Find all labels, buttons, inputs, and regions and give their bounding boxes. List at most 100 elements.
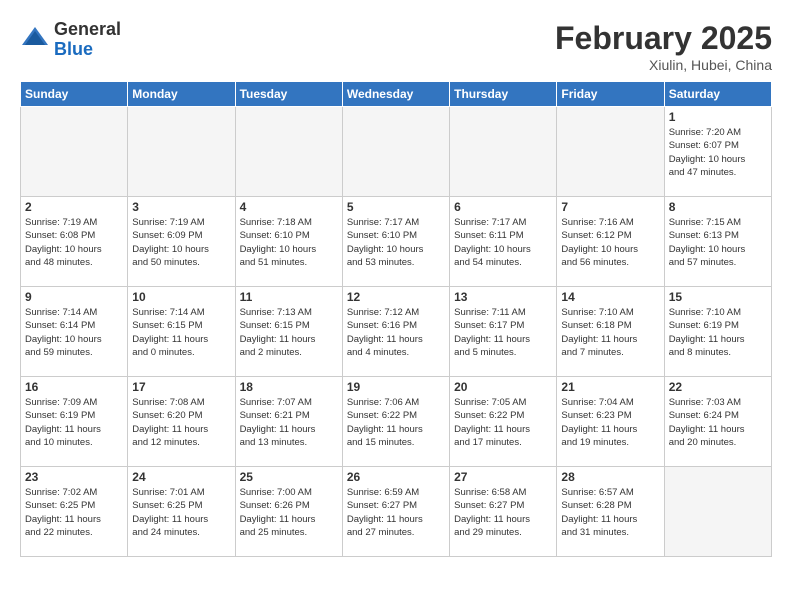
day-cell: 27 Sunrise: 6:58 AM Sunset: 6:27 PM Dayli… xyxy=(450,467,557,557)
week-row-4: 23 Sunrise: 7:02 AM Sunset: 6:25 PM Dayli… xyxy=(21,467,772,557)
day-cell xyxy=(128,107,235,197)
day-cell: 28 Sunrise: 6:57 AM Sunset: 6:28 PM Dayli… xyxy=(557,467,664,557)
day-info: Sunrise: 7:00 AM Sunset: 6:26 PM Dayligh… xyxy=(240,486,338,539)
day-info: Sunrise: 7:18 AM Sunset: 6:10 PM Dayligh… xyxy=(240,216,338,269)
calendar: SundayMondayTuesdayWednesdayThursdayFrid… xyxy=(20,81,772,557)
day-number: 21 xyxy=(561,380,659,394)
logo-blue: Blue xyxy=(54,39,93,59)
day-info: Sunrise: 7:13 AM Sunset: 6:15 PM Dayligh… xyxy=(240,306,338,359)
day-info: Sunrise: 7:17 AM Sunset: 6:10 PM Dayligh… xyxy=(347,216,445,269)
day-number: 2 xyxy=(25,200,123,214)
col-header-saturday: Saturday xyxy=(664,82,771,107)
day-cell: 10Sunrise: 7:14 AM Sunset: 6:15 PM Dayli… xyxy=(128,287,235,377)
day-info: Sunrise: 7:02 AM Sunset: 6:25 PM Dayligh… xyxy=(25,486,123,539)
day-info: Sunrise: 7:16 AM Sunset: 6:12 PM Dayligh… xyxy=(561,216,659,269)
col-header-thursday: Thursday xyxy=(450,82,557,107)
day-number: 12 xyxy=(347,290,445,304)
day-cell: 9 Sunrise: 7:14 AM Sunset: 6:14 PM Daylig… xyxy=(21,287,128,377)
col-header-friday: Friday xyxy=(557,82,664,107)
col-header-tuesday: Tuesday xyxy=(235,82,342,107)
day-cell xyxy=(342,107,449,197)
day-cell: 7Sunrise: 7:16 AM Sunset: 6:12 PM Daylig… xyxy=(557,197,664,287)
day-cell: 2Sunrise: 7:19 AM Sunset: 6:08 PM Daylig… xyxy=(21,197,128,287)
day-info: Sunrise: 7:15 AM Sunset: 6:13 PM Dayligh… xyxy=(669,216,767,269)
day-cell: 14Sunrise: 7:10 AM Sunset: 6:18 PM Dayli… xyxy=(557,287,664,377)
day-number: 5 xyxy=(347,200,445,214)
day-info: Sunrise: 7:01 AM Sunset: 6:25 PM Dayligh… xyxy=(132,486,230,539)
week-row-2: 9 Sunrise: 7:14 AM Sunset: 6:14 PM Daylig… xyxy=(21,287,772,377)
day-number: 3 xyxy=(132,200,230,214)
day-info: Sunrise: 7:12 AM Sunset: 6:16 PM Dayligh… xyxy=(347,306,445,359)
day-number: 16 xyxy=(25,380,123,394)
day-cell xyxy=(450,107,557,197)
day-info: Sunrise: 6:58 AM Sunset: 6:27 PM Dayligh… xyxy=(454,486,552,539)
day-cell: 8 Sunrise: 7:15 AM Sunset: 6:13 PM Daylig… xyxy=(664,197,771,287)
day-info: Sunrise: 7:20 AM Sunset: 6:07 PM Dayligh… xyxy=(669,126,767,179)
day-cell xyxy=(235,107,342,197)
day-number: 8 xyxy=(669,200,767,214)
day-cell: 16 Sunrise: 7:09 AM Sunset: 6:19 PM Dayli… xyxy=(21,377,128,467)
logo-general: General xyxy=(54,19,121,39)
day-number: 4 xyxy=(240,200,338,214)
day-info: Sunrise: 6:59 AM Sunset: 6:27 PM Dayligh… xyxy=(347,486,445,539)
day-cell: 21Sunrise: 7:04 AM Sunset: 6:23 PM Dayli… xyxy=(557,377,664,467)
day-info: Sunrise: 7:03 AM Sunset: 6:24 PM Dayligh… xyxy=(669,396,767,449)
calendar-header-row: SundayMondayTuesdayWednesdayThursdayFrid… xyxy=(21,82,772,107)
day-cell xyxy=(664,467,771,557)
day-number: 13 xyxy=(454,290,552,304)
col-header-wednesday: Wednesday xyxy=(342,82,449,107)
day-info: Sunrise: 7:19 AM Sunset: 6:09 PM Dayligh… xyxy=(132,216,230,269)
day-number: 20 xyxy=(454,380,552,394)
day-cell: 6 Sunrise: 7:17 AM Sunset: 6:11 PM Daylig… xyxy=(450,197,557,287)
day-number: 28 xyxy=(561,470,659,484)
day-number: 18 xyxy=(240,380,338,394)
day-cell: 12 Sunrise: 7:12 AM Sunset: 6:16 PM Dayli… xyxy=(342,287,449,377)
day-number: 25 xyxy=(240,470,338,484)
day-number: 27 xyxy=(454,470,552,484)
day-number: 22 xyxy=(669,380,767,394)
logo-text: General Blue xyxy=(54,20,121,60)
day-cell: 25 Sunrise: 7:00 AM Sunset: 6:26 PM Dayli… xyxy=(235,467,342,557)
day-info: Sunrise: 7:11 AM Sunset: 6:17 PM Dayligh… xyxy=(454,306,552,359)
day-number: 19 xyxy=(347,380,445,394)
day-cell: 23 Sunrise: 7:02 AM Sunset: 6:25 PM Dayli… xyxy=(21,467,128,557)
logo: General Blue xyxy=(20,20,121,60)
day-cell: 26 Sunrise: 6:59 AM Sunset: 6:27 PM Dayli… xyxy=(342,467,449,557)
day-number: 6 xyxy=(454,200,552,214)
day-cell: 17Sunrise: 7:08 AM Sunset: 6:20 PM Dayli… xyxy=(128,377,235,467)
day-info: Sunrise: 7:07 AM Sunset: 6:21 PM Dayligh… xyxy=(240,396,338,449)
day-cell: 24 Sunrise: 7:01 AM Sunset: 6:25 PM Dayli… xyxy=(128,467,235,557)
day-info: Sunrise: 7:14 AM Sunset: 6:14 PM Dayligh… xyxy=(25,306,123,359)
day-number: 24 xyxy=(132,470,230,484)
logo-icon xyxy=(20,25,50,55)
col-header-sunday: Sunday xyxy=(21,82,128,107)
day-number: 10 xyxy=(132,290,230,304)
day-cell: 3 Sunrise: 7:19 AM Sunset: 6:09 PM Daylig… xyxy=(128,197,235,287)
day-cell xyxy=(21,107,128,197)
day-number: 1 xyxy=(669,110,767,124)
col-header-monday: Monday xyxy=(128,82,235,107)
day-number: 9 xyxy=(25,290,123,304)
day-number: 15 xyxy=(669,290,767,304)
month-title: February 2025 xyxy=(555,20,772,57)
day-cell: 13 Sunrise: 7:11 AM Sunset: 6:17 PM Dayli… xyxy=(450,287,557,377)
day-cell: 19Sunrise: 7:06 AM Sunset: 6:22 PM Dayli… xyxy=(342,377,449,467)
day-cell xyxy=(557,107,664,197)
day-cell: 1 Sunrise: 7:20 AM Sunset: 6:07 PM Daylig… xyxy=(664,107,771,197)
week-row-1: 2Sunrise: 7:19 AM Sunset: 6:08 PM Daylig… xyxy=(21,197,772,287)
page-header: General Blue February 2025 Xiulin, Hubei… xyxy=(20,20,772,73)
day-cell: 4 Sunrise: 7:18 AM Sunset: 6:10 PM Daylig… xyxy=(235,197,342,287)
day-cell: 18 Sunrise: 7:07 AM Sunset: 6:21 PM Dayli… xyxy=(235,377,342,467)
day-info: Sunrise: 7:09 AM Sunset: 6:19 PM Dayligh… xyxy=(25,396,123,449)
title-block: February 2025 Xiulin, Hubei, China xyxy=(555,20,772,73)
day-info: Sunrise: 7:17 AM Sunset: 6:11 PM Dayligh… xyxy=(454,216,552,269)
week-row-0: 1 Sunrise: 7:20 AM Sunset: 6:07 PM Daylig… xyxy=(21,107,772,197)
location: Xiulin, Hubei, China xyxy=(555,57,772,73)
day-info: Sunrise: 7:08 AM Sunset: 6:20 PM Dayligh… xyxy=(132,396,230,449)
day-cell: 5 Sunrise: 7:17 AM Sunset: 6:10 PM Daylig… xyxy=(342,197,449,287)
day-cell: 20Sunrise: 7:05 AM Sunset: 6:22 PM Dayli… xyxy=(450,377,557,467)
day-number: 23 xyxy=(25,470,123,484)
day-info: Sunrise: 6:57 AM Sunset: 6:28 PM Dayligh… xyxy=(561,486,659,539)
day-cell: 11Sunrise: 7:13 AM Sunset: 6:15 PM Dayli… xyxy=(235,287,342,377)
day-number: 26 xyxy=(347,470,445,484)
